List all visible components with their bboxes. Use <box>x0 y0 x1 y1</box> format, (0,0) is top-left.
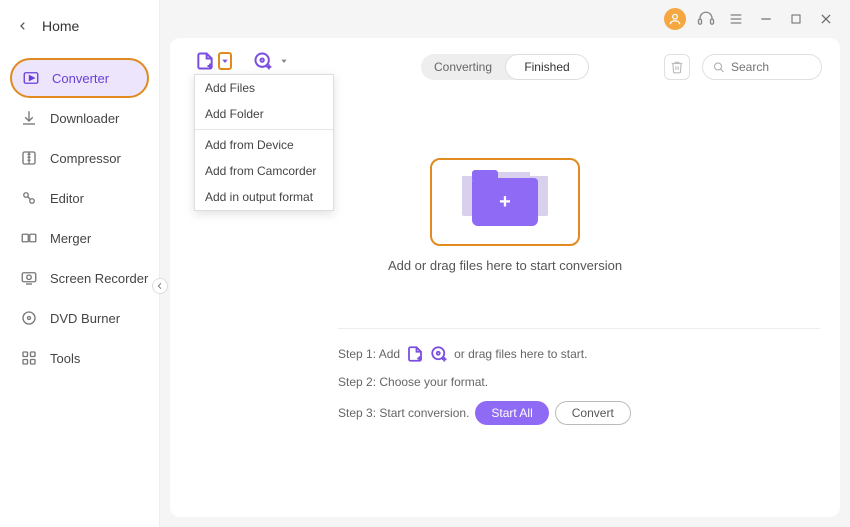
add-dvd-dropdown-caret[interactable] <box>280 57 288 65</box>
sidebar-item-downloader[interactable]: Downloader <box>10 98 149 138</box>
dropdown-item-add-in-output-format[interactable]: Add in output format <box>195 184 333 210</box>
convert-button[interactable]: Convert <box>555 401 631 425</box>
sidebar-item-label: Compressor <box>50 151 121 166</box>
sidebar-item-label: Converter <box>52 71 109 86</box>
converter-icon <box>22 69 40 87</box>
trash-icon[interactable] <box>664 54 690 80</box>
add-file-mini-icon[interactable] <box>406 345 424 363</box>
dropdown-item-add-folder[interactable]: Add Folder <box>195 101 333 127</box>
sidebar-item-label: Downloader <box>50 111 119 126</box>
add-file-dropdown-toggle[interactable] <box>218 52 232 70</box>
sidebar: Home Converter Downloader Compressor Edi… <box>0 0 160 527</box>
sidebar-item-label: Screen Recorder <box>50 271 148 286</box>
sidebar-item-screen-recorder[interactable]: Screen Recorder <box>10 258 149 298</box>
step-1: Step 1: Add or drag files here to start. <box>338 345 820 363</box>
steps-panel: Step 1: Add or drag files here to start.… <box>338 328 820 437</box>
segment-finished[interactable]: Finished <box>505 54 589 80</box>
search-icon <box>713 61 725 74</box>
compressor-icon <box>20 149 38 167</box>
close-button[interactable] <box>816 9 836 29</box>
user-avatar-icon[interactable] <box>664 8 686 30</box>
sidebar-collapse-icon[interactable] <box>152 278 168 294</box>
status-segment: Converting Finished <box>421 54 589 80</box>
add-dvd-mini-icon[interactable] <box>430 345 448 363</box>
dropzone-label: Add or drag files here to start conversi… <box>320 258 690 273</box>
add-dvd-icon[interactable] <box>252 50 274 72</box>
sidebar-item-tools[interactable]: Tools <box>10 338 149 378</box>
sidebar-item-merger[interactable]: Merger <box>10 218 149 258</box>
dropzone[interactable]: + <box>430 158 580 246</box>
sidebar-item-label: Editor <box>50 191 84 206</box>
add-dropdown-menu: Add Files Add Folder Add from Device Add… <box>194 74 334 211</box>
tools-icon <box>20 349 38 367</box>
screen-recorder-icon <box>20 269 38 287</box>
sidebar-item-converter[interactable]: Converter <box>10 58 149 98</box>
sidebar-item-editor[interactable]: Editor <box>10 178 149 218</box>
dropdown-divider <box>195 129 333 130</box>
home-label[interactable]: Home <box>42 18 79 34</box>
dropdown-item-add-files[interactable]: Add Files <box>195 75 333 101</box>
sidebar-item-dvd-burner[interactable]: DVD Burner <box>10 298 149 338</box>
sidebar-item-label: Tools <box>50 351 80 366</box>
maximize-button[interactable] <box>786 9 806 29</box>
search-box[interactable] <box>702 54 822 80</box>
segment-converting[interactable]: Converting <box>421 54 505 80</box>
search-input[interactable] <box>731 60 811 74</box>
dropdown-item-add-from-camcorder[interactable]: Add from Camcorder <box>195 158 333 184</box>
main-panel: Add Files Add Folder Add from Device Add… <box>170 38 840 517</box>
back-icon[interactable] <box>18 21 28 31</box>
hamburger-menu-icon[interactable] <box>726 9 746 29</box>
step-3: Step 3: Start conversion. Start All Conv… <box>338 401 820 425</box>
sidebar-item-label: DVD Burner <box>50 311 120 326</box>
support-icon[interactable] <box>696 9 716 29</box>
dvd-burner-icon <box>20 309 38 327</box>
start-all-button[interactable]: Start All <box>475 401 548 425</box>
step-2: Step 2: Choose your format. <box>338 375 820 389</box>
merger-icon <box>20 229 38 247</box>
dropdown-item-add-from-device[interactable]: Add from Device <box>195 132 333 158</box>
sidebar-item-label: Merger <box>50 231 91 246</box>
sidebar-item-compressor[interactable]: Compressor <box>10 138 149 178</box>
editor-icon <box>20 189 38 207</box>
folder-plus-icon: + <box>472 178 538 226</box>
minimize-button[interactable] <box>756 9 776 29</box>
downloader-icon <box>20 109 38 127</box>
add-file-icon[interactable] <box>194 50 216 72</box>
